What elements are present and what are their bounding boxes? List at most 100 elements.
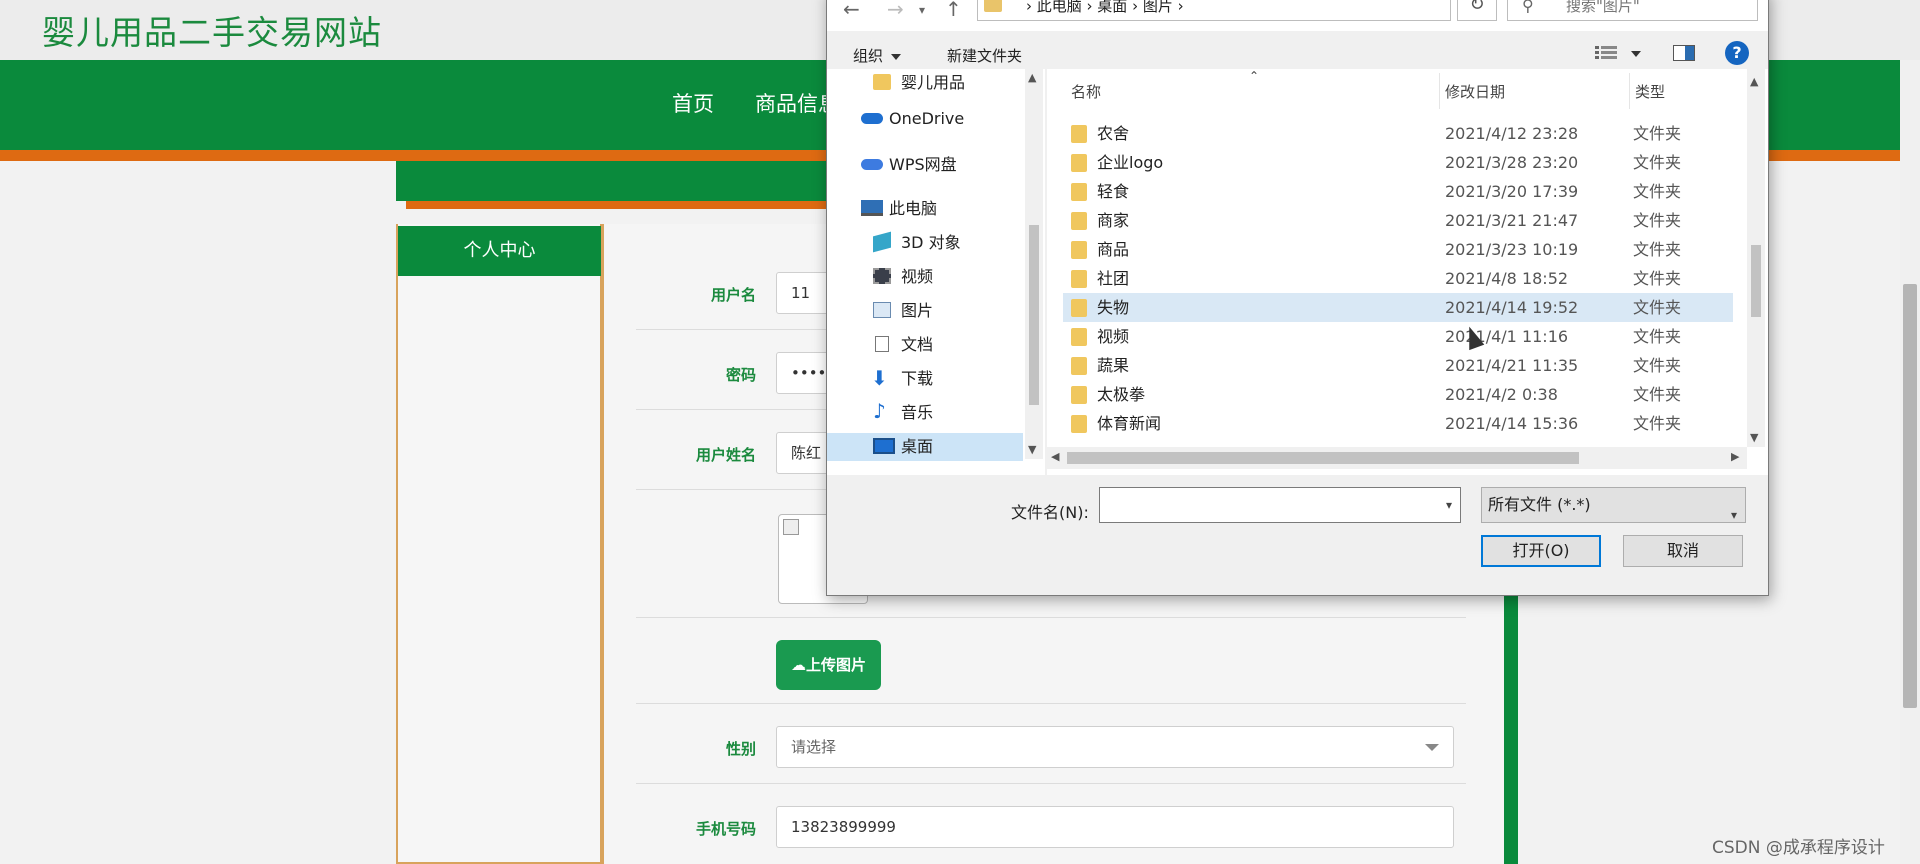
- filename-label: 文件名(N):: [1011, 503, 1089, 522]
- file-list-hscrollbar[interactable]: ◀ ▶: [1047, 447, 1747, 469]
- realname-input[interactable]: 陈红: [776, 432, 830, 474]
- nav-item-documents[interactable]: 文档: [827, 331, 1023, 359]
- phone-input[interactable]: 13823899999: [776, 806, 1454, 848]
- view-options-icon[interactable]: [1595, 45, 1617, 61]
- file-list-scrollbar[interactable]: ▲ ▼: [1747, 69, 1765, 447]
- filetype-select[interactable]: 所有文件 (*.*) ▾: [1481, 487, 1746, 523]
- upload-image-button[interactable]: ☁上传图片: [776, 640, 881, 690]
- refresh-icon[interactable]: ↻: [1457, 0, 1497, 21]
- folder-icon: [1071, 328, 1087, 346]
- file-list-scroll-thumb[interactable]: [1751, 245, 1761, 317]
- file-date: 2021/3/21 21:47: [1445, 211, 1579, 230]
- file-name: 失物: [1097, 298, 1130, 317]
- file-row[interactable]: 太极拳 2021/4/2 0:38 文件夹: [1063, 380, 1733, 409]
- nav-item-baby-products[interactable]: 婴儿用品: [827, 69, 1023, 97]
- chevron-down-icon[interactable]: ▾: [1446, 498, 1452, 512]
- view-dropdown-icon[interactable]: [1631, 51, 1641, 57]
- file-date: 2021/3/28 23:20: [1445, 153, 1579, 172]
- file-type: 文件夹: [1633, 240, 1682, 259]
- file-row-hovered[interactable]: 失物 2021/4/14 19:52 文件夹: [1063, 293, 1733, 322]
- search-input[interactable]: ⚲ 搜索"图片": [1507, 0, 1758, 21]
- file-type: 文件夹: [1633, 385, 1682, 404]
- breadcrumb[interactable]: › 此电脑 › 桌面 › 图片 ›: [1026, 0, 1184, 15]
- up-arrow-icon[interactable]: ↑: [945, 0, 962, 21]
- nav-item-label: 此电脑: [889, 199, 938, 218]
- scroll-left-icon[interactable]: ◀: [1051, 450, 1059, 463]
- folder-icon: [1071, 183, 1087, 201]
- file-row[interactable]: 视频 2021/4/1 11:16 文件夹: [1063, 322, 1733, 351]
- recent-dropdown-icon[interactable]: ▾: [919, 3, 925, 17]
- scroll-right-icon[interactable]: ▶: [1731, 450, 1739, 463]
- picture-icon: [873, 302, 891, 318]
- column-date[interactable]: 修改日期: [1445, 81, 1505, 102]
- nav-item-label: 下载: [901, 369, 934, 388]
- folder-icon: [1071, 357, 1087, 375]
- document-icon: [875, 336, 889, 352]
- hscroll-thumb[interactable]: [1067, 452, 1579, 464]
- column-name[interactable]: 名称: [1071, 81, 1101, 102]
- nav-item-this-pc[interactable]: 此电脑: [827, 195, 1023, 223]
- forward-arrow-icon[interactable]: →: [887, 0, 904, 21]
- address-row: ← → ▾ ↑ › 此电脑 › 桌面 › 图片 › ↻ ⚲ 搜索"图片": [827, 0, 1768, 31]
- nav-item-desktop[interactable]: 桌面: [827, 433, 1023, 461]
- file-date: 2021/4/14 15:36: [1445, 414, 1579, 433]
- computer-icon: [861, 200, 883, 216]
- file-row[interactable]: 企业logo 2021/3/28 23:20 文件夹: [1063, 148, 1733, 177]
- gender-select[interactable]: 请选择: [776, 726, 1454, 768]
- file-type: 文件夹: [1633, 182, 1682, 201]
- file-row[interactable]: 轻食 2021/3/20 17:39 文件夹: [1063, 177, 1733, 206]
- tab-personal-center[interactable]: 个人中心: [398, 226, 601, 276]
- nav-item-videos[interactable]: 视频: [827, 263, 1023, 291]
- page-scrollbar-thumb[interactable]: [1903, 284, 1917, 708]
- watermark: CSDN @成承程序设计: [1712, 838, 1885, 858]
- file-row[interactable]: 社团 2021/4/8 18:52 文件夹: [1063, 264, 1733, 293]
- scroll-down-icon[interactable]: ▼: [1028, 443, 1036, 456]
- nav-item-label: 文档: [901, 335, 934, 354]
- filename-input[interactable]: ▾: [1099, 487, 1461, 523]
- nav-item-label: OneDrive: [889, 109, 965, 128]
- column-type[interactable]: 类型: [1635, 81, 1665, 102]
- new-folder-button[interactable]: 新建文件夹: [947, 45, 1022, 66]
- file-row[interactable]: 农舍 2021/4/12 23:28 文件夹: [1063, 119, 1733, 148]
- back-arrow-icon[interactable]: ←: [843, 0, 860, 21]
- nav-pane-scrollbar[interactable]: ▲ ▼: [1025, 69, 1043, 459]
- nav-item-onedrive[interactable]: OneDrive: [827, 105, 1023, 133]
- file-name: 社团: [1097, 269, 1130, 288]
- file-date: 2021/4/8 18:52: [1445, 269, 1569, 288]
- page-scrollbar[interactable]: [1900, 60, 1920, 864]
- file-type: 文件夹: [1633, 414, 1682, 433]
- file-row[interactable]: 商品 2021/3/23 10:19 文件夹: [1063, 235, 1733, 264]
- scroll-up-icon[interactable]: ▲: [1750, 75, 1758, 88]
- gender-label: 性别: [725, 740, 756, 758]
- filetype-value: 所有文件 (*.*): [1488, 495, 1591, 514]
- nav-home[interactable]: 首页: [672, 88, 714, 118]
- help-icon[interactable]: ?: [1725, 41, 1749, 65]
- address-bar[interactable]: › 此电脑 › 桌面 › 图片 ›: [977, 0, 1451, 21]
- nav-item-3d-objects[interactable]: 3D 对象: [827, 229, 1023, 257]
- file-row[interactable]: 商家 2021/3/21 21:47 文件夹: [1063, 206, 1733, 235]
- open-button[interactable]: 打开(O): [1481, 535, 1601, 567]
- sort-ascending-icon: ⌃: [1249, 69, 1260, 83]
- file-row[interactable]: 蔬果 2021/4/21 11:35 文件夹: [1063, 351, 1733, 380]
- scroll-up-icon[interactable]: ▲: [1028, 71, 1036, 84]
- folder-icon: [1071, 386, 1087, 404]
- search-placeholder: 搜索"图片": [1566, 0, 1640, 15]
- scroll-down-icon[interactable]: ▼: [1750, 431, 1758, 444]
- side-panel: [396, 224, 602, 864]
- username-label: 用户名: [710, 286, 756, 304]
- cancel-button[interactable]: 取消: [1623, 535, 1743, 567]
- nav-pane-scroll-thumb[interactable]: [1029, 225, 1039, 405]
- organize-button[interactable]: 组织: [853, 45, 902, 66]
- nav-item-music[interactable]: ♪ 音乐: [827, 399, 1023, 427]
- nav-item-pictures[interactable]: 图片: [827, 297, 1023, 325]
- realname-label: 用户姓名: [695, 446, 756, 464]
- nav-item-wps[interactable]: WPS网盘: [827, 151, 1023, 179]
- file-date: 2021/3/23 10:19: [1445, 240, 1579, 259]
- file-row[interactable]: 体育新闻 2021/4/14 15:36 文件夹: [1063, 409, 1733, 438]
- nav-item-downloads[interactable]: ⬇ 下载: [827, 365, 1023, 393]
- organize-label: 组织: [853, 47, 884, 65]
- preview-pane-icon[interactable]: [1673, 45, 1695, 61]
- folder-icon: [1071, 270, 1087, 288]
- video-icon: [873, 268, 891, 284]
- row-upload: [636, 618, 1466, 704]
